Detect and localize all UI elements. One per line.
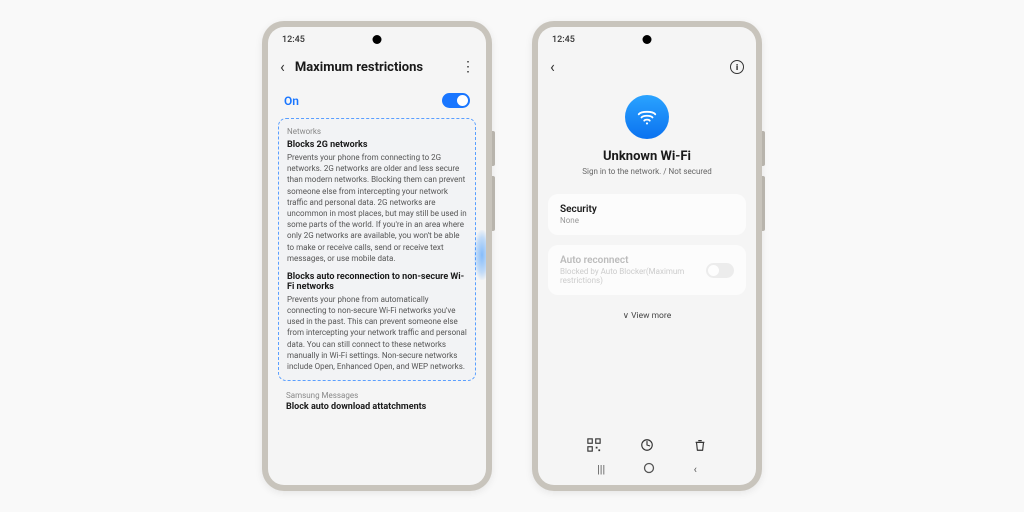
item-desc-2g: Prevents your phone from connecting to 2…: [287, 152, 467, 264]
wifi-name: Unknown Wi-Fi: [603, 149, 691, 164]
camera-cutout: [643, 35, 652, 44]
screen-left: 12:45 ‹ Maximum restrictions ⋮ On Networ…: [268, 27, 486, 485]
master-toggle[interactable]: [442, 93, 470, 108]
refresh-icon[interactable]: [640, 438, 654, 452]
header: ‹ i: [538, 53, 756, 85]
security-card[interactable]: Security None: [548, 194, 746, 235]
phone-right: 12:45 ‹ i Unknown Wi-Fi Sign in to the n…: [532, 21, 762, 491]
content-area: On Networks Blocks 2G networks Prevents …: [268, 85, 486, 485]
wifi-hero: Unknown Wi-Fi Sign in to the network. / …: [548, 85, 746, 194]
item-desc-wifi: Prevents your phone from automatically c…: [287, 294, 467, 372]
highlighted-section: Networks Blocks 2G networks Prevents you…: [278, 118, 476, 381]
security-value: None: [560, 216, 734, 225]
scrollbar-thumb[interactable]: [474, 230, 486, 280]
view-more-button[interactable]: ∨ View more: [548, 305, 746, 327]
back-icon[interactable]: ‹: [550, 59, 555, 75]
nav-back[interactable]: ‹: [694, 463, 697, 476]
page-title: Maximum restrictions: [295, 60, 451, 75]
section-label-networks: Networks: [287, 127, 467, 136]
toggle-label: On: [284, 94, 299, 108]
section-label-messages: Samsung Messages: [278, 391, 476, 400]
qr-icon[interactable]: [587, 438, 601, 452]
status-time: 12:45: [552, 35, 575, 45]
item-title-2g: Blocks 2G networks: [287, 140, 467, 150]
wifi-icon: [625, 95, 669, 139]
view-more-label: View more: [631, 311, 671, 321]
wifi-subtitle: Sign in to the network. / Not secured: [582, 167, 712, 176]
item-title-attachments: Block auto download attatchments: [278, 402, 476, 412]
header: ‹ Maximum restrictions ⋮: [268, 53, 486, 85]
item-title-wifi: Blocks auto reconnection to non-secure W…: [287, 272, 467, 292]
auto-reconnect-card: Auto reconnect Blocked by Auto Blocker(M…: [548, 245, 746, 295]
screen-right: 12:45 ‹ i Unknown Wi-Fi Sign in to the n…: [538, 27, 756, 485]
nav-recents[interactable]: |||: [597, 463, 605, 476]
security-label: Security: [560, 204, 734, 215]
phone-left: 12:45 ‹ Maximum restrictions ⋮ On Networ…: [262, 21, 492, 491]
master-toggle-row: On: [278, 85, 476, 118]
more-icon[interactable]: ⋮: [461, 59, 474, 75]
camera-cutout: [373, 35, 382, 44]
back-icon[interactable]: ‹: [280, 59, 285, 75]
content-area: Unknown Wi-Fi Sign in to the network. / …: [538, 85, 756, 485]
delete-icon[interactable]: [693, 438, 707, 452]
auto-reconnect-label: Auto reconnect: [560, 255, 706, 266]
chevron-down-icon: ∨: [623, 311, 629, 321]
auto-reconnect-sub: Blocked by Auto Blocker(Maximum restrict…: [560, 267, 706, 285]
status-time: 12:45: [282, 35, 305, 45]
nav-home[interactable]: [643, 462, 655, 477]
nav-bar: ||| ‹: [548, 456, 746, 485]
info-icon[interactable]: i: [730, 60, 744, 74]
bottom-actions: [548, 430, 746, 456]
auto-reconnect-toggle: [706, 263, 734, 278]
